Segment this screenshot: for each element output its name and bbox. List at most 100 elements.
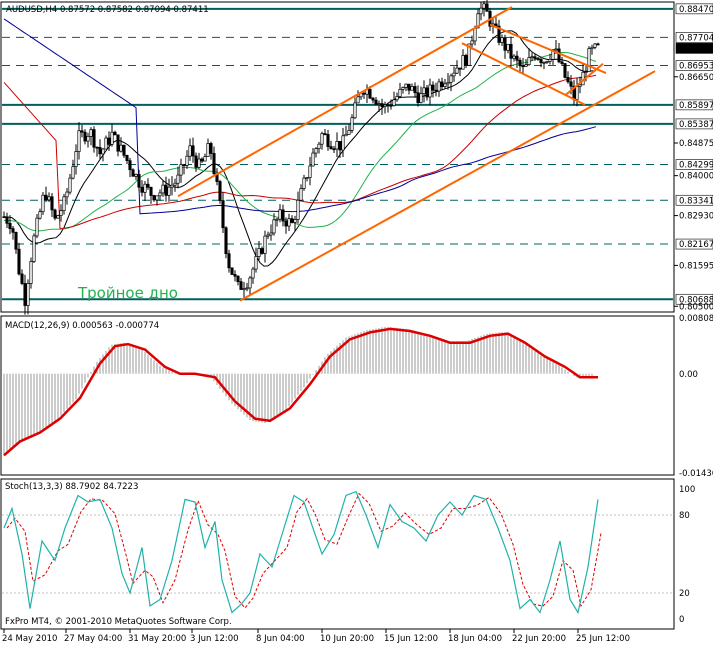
candle-bull bbox=[482, 3, 486, 9]
candle-bear bbox=[416, 92, 420, 103]
candle-bull bbox=[593, 43, 597, 48]
candle-bear bbox=[146, 183, 150, 188]
candle-bull bbox=[32, 235, 36, 262]
candle-bull bbox=[335, 141, 339, 150]
candle-bull bbox=[527, 57, 531, 66]
candle-bull bbox=[197, 158, 201, 168]
candle-bear bbox=[80, 130, 84, 133]
candle-bear bbox=[14, 231, 18, 250]
stoch-tick-label: 100 bbox=[679, 485, 695, 495]
candle-bear bbox=[332, 148, 336, 151]
candle-bull bbox=[245, 287, 249, 290]
candle-bull bbox=[524, 64, 528, 67]
candle-bear bbox=[125, 155, 129, 162]
candle-bear bbox=[566, 77, 570, 83]
price-tick-label: 0.84299 bbox=[679, 161, 713, 171]
candle-bull bbox=[575, 86, 579, 100]
price-tick-label: 0.80500 bbox=[679, 302, 713, 312]
candle-bear bbox=[83, 131, 87, 142]
candle-bear bbox=[239, 281, 243, 290]
chart-window[interactable]: 0.00808 0.00 -0.01436 100 80 20 0 0.88470 0.87… bbox=[0, 0, 713, 646]
candle-bull bbox=[452, 72, 456, 77]
candle-bull bbox=[350, 117, 354, 131]
candle-bull bbox=[257, 248, 261, 257]
candle-bear bbox=[362, 92, 366, 95]
candle-bear bbox=[509, 43, 513, 59]
candle-bull bbox=[56, 215, 60, 219]
candle-bull bbox=[545, 61, 549, 63]
candle-bear bbox=[23, 283, 27, 306]
candle-bull bbox=[65, 191, 69, 198]
time-tick-label: 24 May 2010 bbox=[2, 634, 57, 644]
candle-bull bbox=[305, 177, 309, 179]
candle-bear bbox=[212, 153, 216, 175]
candle-bear bbox=[191, 145, 195, 157]
candle-bear bbox=[290, 218, 294, 223]
candle-bull bbox=[293, 219, 297, 223]
candle-bull bbox=[404, 83, 408, 88]
candle-bear bbox=[230, 267, 234, 275]
candle-bear bbox=[149, 186, 153, 196]
candle-bear bbox=[152, 195, 156, 201]
candle-bull bbox=[320, 133, 324, 145]
candle-bear bbox=[227, 253, 231, 269]
candle-bear bbox=[536, 58, 540, 60]
candle-bull bbox=[176, 174, 180, 184]
candle-bull bbox=[143, 183, 147, 193]
candle-bull bbox=[587, 48, 591, 72]
candle-bull bbox=[410, 86, 414, 91]
candle-bull bbox=[314, 148, 318, 154]
candle-bull bbox=[356, 96, 360, 104]
macd-tick-label: -0.01436 bbox=[679, 469, 713, 479]
price-tick-label: 0.86953 bbox=[679, 61, 713, 71]
candle-bull bbox=[203, 156, 207, 162]
candle-bear bbox=[485, 3, 489, 12]
candle-bear bbox=[560, 61, 564, 64]
candle-bear bbox=[281, 209, 285, 222]
candle-bear bbox=[425, 87, 429, 98]
candle-bear bbox=[413, 86, 417, 94]
candle-bear bbox=[380, 103, 384, 107]
candle-bear bbox=[533, 56, 537, 59]
price-tick-label: 0.82930 bbox=[679, 212, 713, 222]
candle-bull bbox=[296, 199, 300, 220]
candle-bull bbox=[584, 71, 588, 73]
candle-bull bbox=[446, 81, 450, 85]
candle-bear bbox=[200, 158, 204, 162]
candle-bull bbox=[170, 184, 174, 188]
candle-bull bbox=[185, 155, 189, 166]
candle-bull bbox=[110, 131, 114, 145]
candle-bear bbox=[11, 228, 15, 233]
candle-bull bbox=[461, 55, 465, 70]
candle-bear bbox=[116, 134, 120, 152]
candle-bull bbox=[266, 234, 270, 237]
candle-bull bbox=[86, 136, 90, 142]
candle-bear bbox=[389, 104, 393, 107]
candle-bull bbox=[398, 89, 402, 97]
candle-bear bbox=[284, 220, 288, 227]
candle-bear bbox=[44, 194, 48, 201]
price-tick-label: 0.85897 bbox=[679, 101, 713, 111]
candle-bull bbox=[71, 166, 75, 179]
candle-bull bbox=[395, 96, 399, 101]
candle-bear bbox=[194, 155, 198, 168]
candle-bull bbox=[287, 218, 291, 227]
candle-bear bbox=[596, 43, 600, 46]
stoch-tick-label: 20 bbox=[679, 589, 690, 599]
candle-bull bbox=[26, 283, 30, 306]
candle-bull bbox=[578, 84, 582, 87]
candle-bull bbox=[554, 48, 558, 51]
candle-bear bbox=[50, 196, 54, 211]
candle-bull bbox=[479, 7, 483, 15]
candle-bull bbox=[311, 152, 315, 167]
candle-bear bbox=[224, 227, 228, 255]
candle-bull bbox=[206, 143, 210, 157]
time-tick-label: 31 May 20:00 bbox=[128, 634, 186, 644]
candle-bull bbox=[248, 277, 252, 289]
candle-bull bbox=[530, 56, 534, 59]
price-tick-label: 0.83341 bbox=[679, 196, 713, 206]
candle-bull bbox=[422, 87, 426, 95]
candle-bull bbox=[77, 130, 81, 152]
candle-bear bbox=[182, 164, 186, 166]
main-header: AUDUSD,H4 0.87572 0.87582 0.87094 0.8741… bbox=[6, 5, 209, 15]
